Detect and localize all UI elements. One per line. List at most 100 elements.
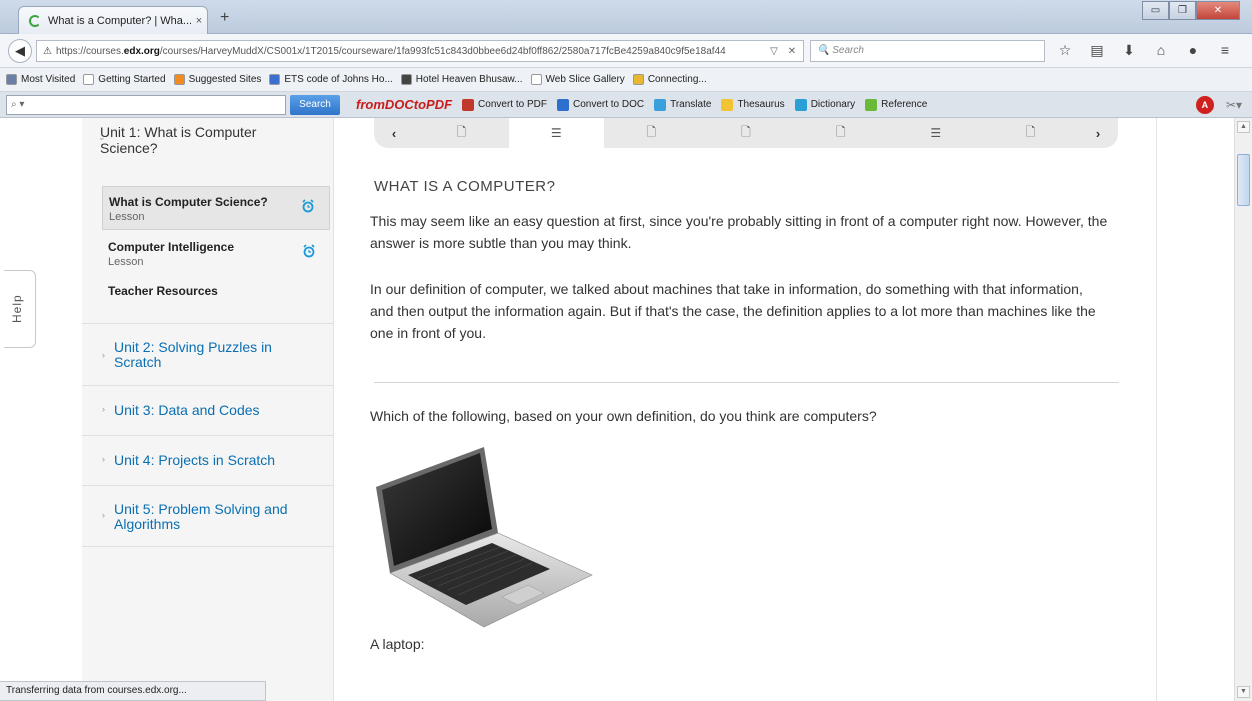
alarm-clock-icon (303, 244, 315, 258)
intro-paragraph: This may seem like an easy question at f… (370, 213, 1108, 251)
course-content: ‹ 🗋 ☰ 🗋 🗋 🗋 ☰ 🗋 › WHAT IS A COMPUTER? This may s… (334, 118, 1156, 701)
bookmarks-bar: Most Visited Getting Started Suggested Sit… (0, 68, 1252, 92)
bookmark-item[interactable]: ETS code of Johns Ho... (269, 74, 393, 85)
help-label: Help (10, 294, 24, 323)
scroll-up-icon[interactable]: ▲ (1237, 121, 1250, 133)
bookmark-icon (6, 74, 17, 85)
sequence-tab[interactable]: ☰ (888, 118, 983, 148)
bookmark-icon (269, 74, 281, 85)
sequence-tab[interactable]: 🗋 (983, 118, 1078, 148)
toolbar-search-input[interactable]: ⌕ ▾ (6, 95, 286, 115)
toolbar-item-label: Dictionary (810, 99, 856, 110)
fromdoctopdf-logo[interactable]: fromDOCtoPDF (356, 97, 452, 112)
toolbar-item-icon (721, 98, 734, 111)
lesson-title: Computer Intelligence (108, 240, 235, 254)
toolbar-item[interactable]: Convert to PDF (462, 98, 547, 111)
expand-caret-icon: › (102, 350, 105, 360)
toolbar-item-icon (865, 98, 878, 111)
bookmark-icon (632, 74, 644, 85)
toolbar-items: fromDOCtoPDF Convert to PDF Convert to DO… (356, 97, 927, 112)
tab-close-button[interactable]: × (191, 15, 207, 27)
sequence-tab[interactable]: 🗋 (604, 118, 699, 148)
search-input[interactable]: 🔍 Search (810, 40, 1045, 62)
bookmark-item[interactable]: Web Slice Gallery (530, 74, 625, 85)
tools-icon[interactable]: ✂▾ (1226, 98, 1242, 112)
unit-4-link[interactable]: › Unit 4: Projects in Scratch (82, 435, 334, 485)
help-tab[interactable]: Help (4, 270, 36, 348)
lesson-subtitle: Lesson (109, 211, 145, 223)
page-title: WHAT IS A COMPUTER? (374, 178, 556, 195)
bookmark-label: Getting Started (98, 74, 166, 85)
adobe-icon[interactable]: A (1195, 96, 1214, 114)
close-window-button[interactable]: ✕ (1196, 1, 1240, 20)
toolbar-item-label: Reference (881, 99, 928, 110)
lesson-subtitle: Lesson (108, 256, 144, 268)
scroll-thumb[interactable] (1237, 154, 1250, 206)
teacher-resources-link[interactable]: Teacher Resources (108, 284, 218, 298)
toolbar-item[interactable]: Reference (865, 98, 928, 111)
unit-5-link[interactable]: › Unit 5: Problem Solving and Algorithms (82, 485, 334, 547)
sequence-tab[interactable]: ☰ (508, 118, 604, 148)
next-button[interactable]: › (1078, 118, 1118, 148)
toolbar-item[interactable]: Thesaurus (721, 98, 785, 111)
bookmark-label: ETS code of Johns Ho... (284, 74, 393, 85)
bookmark-item[interactable]: Hotel Heaven Bhusaw... (400, 74, 523, 85)
chat-icon[interactable]: ● (1184, 42, 1202, 59)
sequence-tab[interactable]: 🗋 (414, 118, 509, 148)
toolbar-search-button[interactable]: Search (290, 95, 340, 115)
security-warning-icon[interactable]: ⚠ (43, 46, 52, 57)
home-icon[interactable]: ⌂ (1152, 42, 1170, 59)
loading-spinner-icon (29, 14, 41, 27)
bookmark-label: Suggested Sites (188, 74, 262, 85)
toolbar-item-icon (462, 98, 475, 111)
bookmark-label: Web Slice Gallery (545, 74, 625, 85)
unit-1-heading[interactable]: Unit 1: What is Computer Science? (100, 124, 300, 156)
list-icon: ☰ (550, 126, 562, 140)
expand-caret-icon: › (102, 404, 105, 414)
lesson-what-is-computer-science[interactable]: What is Computer Science? Lesson (102, 186, 330, 230)
bookmark-item[interactable]: Suggested Sites (173, 74, 262, 85)
unit-2-link[interactable]: › Unit 2: Solving Puzzles in Scratch (82, 323, 334, 385)
document-icon: 🗋 (456, 124, 467, 139)
browser-tab[interactable]: What is a Computer? | Wha... × (18, 6, 208, 34)
laptop-caption: A laptop: (370, 636, 425, 652)
addon-toolbar: ⌕ ▾ Search fromDOCtoPDF Convert to PDF Co… (0, 92, 1252, 118)
reading-list-icon[interactable]: ▤ (1088, 42, 1106, 59)
bookmark-item[interactable]: Connecting... (632, 74, 707, 85)
bookmark-star-icon[interactable]: ☆ (1056, 42, 1074, 59)
expand-caret-icon: › (102, 454, 105, 464)
bookmark-item[interactable]: Getting Started (83, 74, 166, 85)
toolbar-item-icon (556, 98, 569, 111)
maximize-button[interactable]: ❐ (1169, 1, 1196, 20)
minimize-button[interactable]: ▭ (1142, 1, 1169, 20)
sequence-tab[interactable]: 🗋 (699, 118, 794, 148)
bookmark-item[interactable]: Most Visited (6, 74, 75, 85)
toolbar-item-label: Convert to PDF (478, 99, 547, 110)
toolbar-item[interactable]: Dictionary (794, 98, 856, 111)
scroll-down-icon[interactable]: ▼ (1237, 686, 1250, 698)
unit-label: Unit 4: Projects in Scratch (114, 452, 276, 468)
sequence-tab[interactable]: 🗋 (793, 118, 888, 148)
address-bar[interactable]: ⚠ https://courses.edx.org/courses/Harvey… (36, 40, 804, 62)
lesson-computer-intelligence[interactable]: Computer Intelligence Lesson (102, 232, 330, 276)
bookmark-label: Connecting... (647, 74, 707, 85)
toolbar-item[interactable]: Convert to DOC (556, 98, 644, 111)
document-icon: 🗋 (646, 124, 656, 139)
toolbar-item[interactable]: Translate (654, 98, 711, 111)
definition-paragraph: In our definition of computer, we talked… (370, 281, 1096, 341)
document-icon: 🗋 (741, 124, 751, 139)
menu-icon[interactable]: ≡ (1216, 42, 1234, 59)
page-scrollbar[interactable]: ▲ ▼ (1234, 118, 1252, 701)
new-tab-button[interactable]: + (220, 9, 229, 27)
unit-3-link[interactable]: › Unit 3: Data and Codes (82, 385, 334, 435)
expand-caret-icon: › (102, 510, 105, 520)
course-sidebar: ⌄ Unit 1: What is Computer Science? What… (82, 118, 334, 701)
download-icon[interactable]: ⬇ (1120, 42, 1138, 59)
stop-icon[interactable]: ✕ (785, 46, 799, 57)
toolbar-item-label: Thesaurus (737, 99, 785, 110)
toolbar-item-icon (654, 98, 667, 111)
back-button[interactable]: ◀ (8, 39, 32, 63)
dropdown-arrow-icon[interactable]: ▽ (767, 46, 781, 57)
window-controls: ▭ ❐ ✕ (1142, 1, 1240, 20)
previous-button[interactable]: ‹ (374, 118, 414, 148)
